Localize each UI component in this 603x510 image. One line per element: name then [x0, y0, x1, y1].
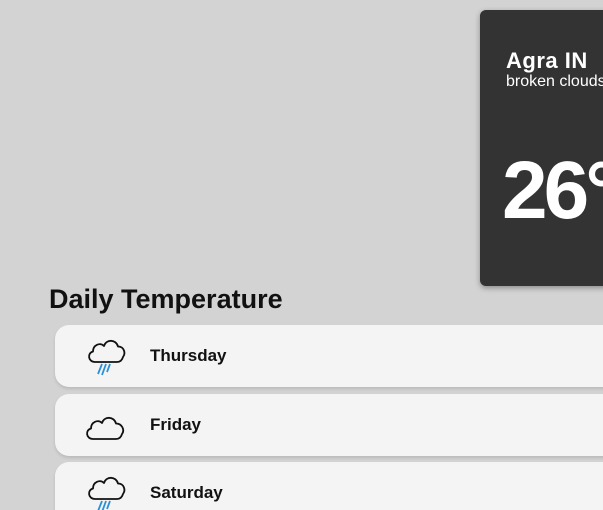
daily-item-thursday[interactable]: Thursday: [55, 325, 603, 387]
current-temperature: 26°: [502, 145, 603, 236]
rain-cloud-icon: [88, 339, 126, 376]
weather-description: broken clouds: [506, 73, 603, 90]
current-weather-card: Agra IN broken clouds 26°: [480, 10, 603, 286]
rain-cloud-icon: [88, 476, 126, 510]
daily-item-saturday[interactable]: Saturday: [55, 462, 603, 510]
weather-app: Agra IN broken clouds 26° Daily Temperat…: [0, 0, 603, 510]
daily-item-label: Saturday: [150, 483, 223, 502]
daily-item-label: Thursday: [150, 346, 227, 365]
cloud-icon: [86, 416, 125, 440]
daily-item-friday[interactable]: Friday: [55, 394, 603, 456]
daily-temperature-title: Daily Temperature: [49, 284, 283, 314]
city-name: Agra IN: [506, 48, 588, 73]
daily-item-label: Friday: [150, 415, 202, 434]
